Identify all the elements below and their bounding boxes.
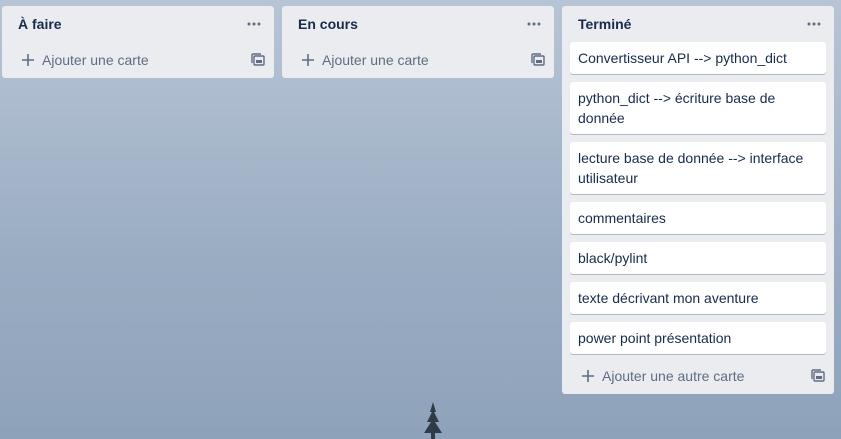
card[interactable]: Convertisseur API --> python_dict xyxy=(570,42,826,74)
list-title[interactable]: Terminé xyxy=(578,16,631,32)
card[interactable]: texte décrivant mon aventure xyxy=(570,282,826,314)
list-title[interactable]: En cours xyxy=(298,16,358,32)
card-template-icon[interactable] xyxy=(250,52,266,68)
add-card-button[interactable]: Ajouter une carte xyxy=(282,42,554,78)
list-header: En cours xyxy=(282,6,554,42)
card[interactable]: python_dict --> écriture base de donnée xyxy=(570,82,826,134)
card[interactable]: black/pylint xyxy=(570,242,826,274)
add-card-button[interactable]: Ajouter une carte xyxy=(2,42,274,78)
board-canvas: À faire Ajouter une carte En cours Ajout… xyxy=(0,0,841,439)
add-card-label-group: Ajouter une carte xyxy=(20,52,149,68)
ellipsis-icon[interactable] xyxy=(802,12,826,36)
plus-icon xyxy=(22,54,34,66)
add-card-button[interactable]: Ajouter une autre carte xyxy=(562,358,834,394)
list-header: À faire xyxy=(2,6,274,42)
list-title[interactable]: À faire xyxy=(18,16,62,32)
card-list: Convertisseur API --> python_dict python… xyxy=(562,42,834,354)
ellipsis-icon[interactable] xyxy=(522,12,546,36)
list-header: Terminé xyxy=(562,6,834,42)
add-card-label: Ajouter une carte xyxy=(322,52,429,68)
card[interactable]: power point présentation xyxy=(570,322,826,354)
add-card-label: Ajouter une carte xyxy=(42,52,149,68)
plus-icon xyxy=(582,370,594,382)
add-card-label-group: Ajouter une carte xyxy=(300,52,429,68)
background-tree xyxy=(424,402,442,439)
ellipsis-icon[interactable] xyxy=(242,12,266,36)
add-card-label-group: Ajouter une autre carte xyxy=(580,368,744,384)
card[interactable]: commentaires xyxy=(570,202,826,234)
list-en-cours: En cours Ajouter une carte xyxy=(282,6,554,78)
list-termine: Terminé Convertisseur API --> python_dic… xyxy=(562,6,834,394)
card[interactable]: lecture base de donnée --> interface uti… xyxy=(570,142,826,194)
add-card-label: Ajouter une autre carte xyxy=(602,368,745,384)
card-template-icon[interactable] xyxy=(530,52,546,68)
plus-icon xyxy=(302,54,314,66)
list-a-faire: À faire Ajouter une carte xyxy=(2,6,274,78)
card-template-icon[interactable] xyxy=(810,368,826,384)
